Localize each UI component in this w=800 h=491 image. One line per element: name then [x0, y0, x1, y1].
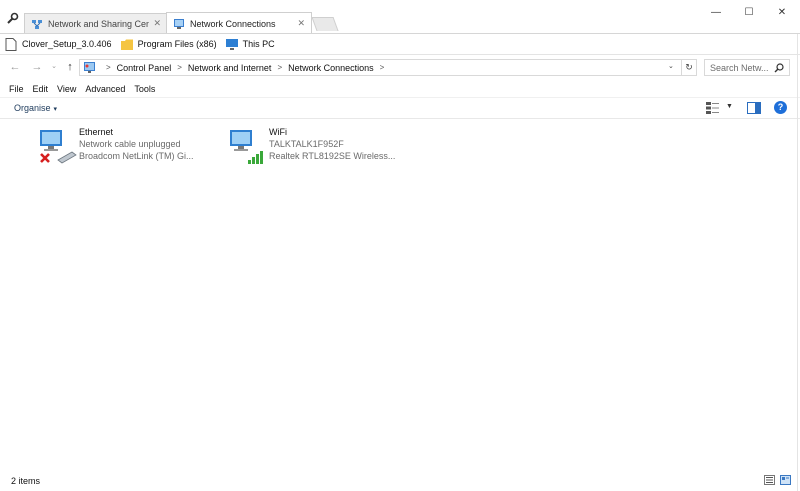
bookmarks-bar: Clover_Setup_3.0.406 Program Files (x86)… [0, 34, 800, 55]
search-icon[interactable] [774, 63, 784, 73]
chevron-right-icon[interactable]: > [177, 63, 182, 72]
connection-device: Broadcom NetLink (TM) Gi... [79, 151, 194, 161]
bookmark-label: Clover_Setup_3.0.406 [22, 39, 112, 49]
wifi-connected-icon [230, 130, 263, 164]
menu-bar: File Edit View Advanced Tools [0, 81, 800, 96]
list-item-ethernet[interactable]: Ethernet Network cable unplugged Broadco… [38, 126, 194, 166]
details-view-icon[interactable] [764, 475, 775, 485]
menu-advanced[interactable]: Advanced [85, 84, 125, 94]
back-arrow-icon[interactable]: ← [8, 60, 22, 74]
menu-file[interactable]: File [9, 84, 24, 94]
change-view-icon[interactable] [706, 102, 720, 114]
menu-view[interactable]: View [57, 84, 76, 94]
ethernet-disconnected-icon [40, 130, 77, 164]
connection-text: WiFi TALKTALK1F952F Realtek RTL8192SE Wi… [269, 126, 395, 166]
recent-locations-icon[interactable]: ⌄ [47, 60, 61, 74]
connections-list: Ethernet Network cable unplugged Broadco… [0, 120, 800, 470]
help-icon[interactable]: ? [774, 101, 787, 114]
tab-close-icon[interactable]: ✕ [297, 18, 305, 29]
breadcrumb-control-panel[interactable]: Control Panel [117, 63, 172, 73]
new-tab-button[interactable] [311, 17, 339, 31]
breadcrumb-network-internet[interactable]: Network and Internet [188, 63, 272, 73]
file-icon [5, 37, 17, 51]
tab-network-sharing-center[interactable]: Network and Sharing Cent ✕ [24, 13, 168, 33]
breadcrumb: > Control Panel > Network and Internet >… [100, 63, 390, 73]
menu-tools[interactable]: Tools [134, 84, 155, 94]
bookmark-this-pc[interactable]: This PC [225, 38, 275, 51]
breadcrumb-network-connections[interactable]: Network Connections [288, 63, 374, 73]
chevron-right-icon[interactable]: > [380, 63, 385, 72]
address-toolbar: ← → ⌄ ↑ > Control Panel > Network and In… [0, 56, 800, 80]
tab-network-connections[interactable]: Network Connections ✕ [166, 12, 312, 34]
forward-arrow-icon[interactable]: → [30, 60, 44, 74]
large-icons-view-icon[interactable] [780, 475, 791, 485]
monitor-icon [225, 38, 238, 50]
network-connections-icon [174, 18, 184, 29]
address-dropdown-icon[interactable]: ⌄ [668, 62, 678, 72]
item-count: 2 items [11, 476, 41, 486]
connection-status: Network cable unplugged [79, 139, 181, 149]
wrench-icon[interactable] [5, 12, 19, 26]
chevron-down-icon: ▾ [53, 106, 58, 113]
command-bar: Organise ▾ ▼ ? [0, 97, 800, 119]
close-button[interactable]: ✕ [768, 4, 796, 20]
address-bar[interactable]: > Control Panel > Network and Internet >… [79, 59, 682, 76]
search-input[interactable] [710, 62, 772, 73]
maximize-button[interactable]: ☐ [735, 4, 763, 20]
minimize-button[interactable]: — [702, 4, 730, 20]
bookmark-program-files[interactable]: Program Files (x86) [120, 38, 217, 51]
bookmark-label: This PC [242, 39, 275, 49]
chevron-right-icon[interactable]: > [277, 63, 282, 72]
network-icon [32, 19, 42, 29]
chevron-right-icon[interactable]: > [106, 63, 111, 72]
preview-pane-icon[interactable] [747, 102, 761, 114]
up-arrow-icon[interactable]: ↑ [63, 60, 77, 74]
menu-edit[interactable]: Edit [33, 84, 49, 94]
connection-name: Ethernet [79, 127, 114, 137]
connection-text: Ethernet Network cable unplugged Broadco… [79, 126, 194, 166]
view-options-chevron-icon[interactable]: ▼ [726, 103, 733, 110]
refresh-icon[interactable]: ↻ [682, 59, 697, 76]
connection-status: TALKTALK1F952F [269, 139, 344, 149]
tab-label: Network Connections [190, 18, 276, 29]
control-panel-icon [84, 62, 95, 73]
list-item-wifi[interactable]: WiFi TALKTALK1F952F Realtek RTL8192SE Wi… [228, 126, 395, 166]
title-bar: Network and Sharing Cent ✕ Network Conne… [0, 0, 800, 34]
tab-label: Network and Sharing Cent [48, 18, 150, 29]
tab-close-icon[interactable]: ✕ [153, 18, 161, 29]
folder-icon [120, 39, 133, 50]
status-bar: 2 items [0, 470, 800, 491]
connection-device: Realtek RTL8192SE Wireless... [269, 151, 396, 161]
window-border [797, 34, 798, 491]
organise-button[interactable]: Organise ▾ [14, 103, 57, 113]
bookmark-clover-setup[interactable]: Clover_Setup_3.0.406 [5, 37, 112, 51]
connection-name: WiFi [269, 127, 287, 137]
bookmark-label: Program Files (x86) [137, 39, 217, 49]
organise-label: Organise [14, 103, 51, 113]
search-box[interactable] [704, 59, 790, 76]
